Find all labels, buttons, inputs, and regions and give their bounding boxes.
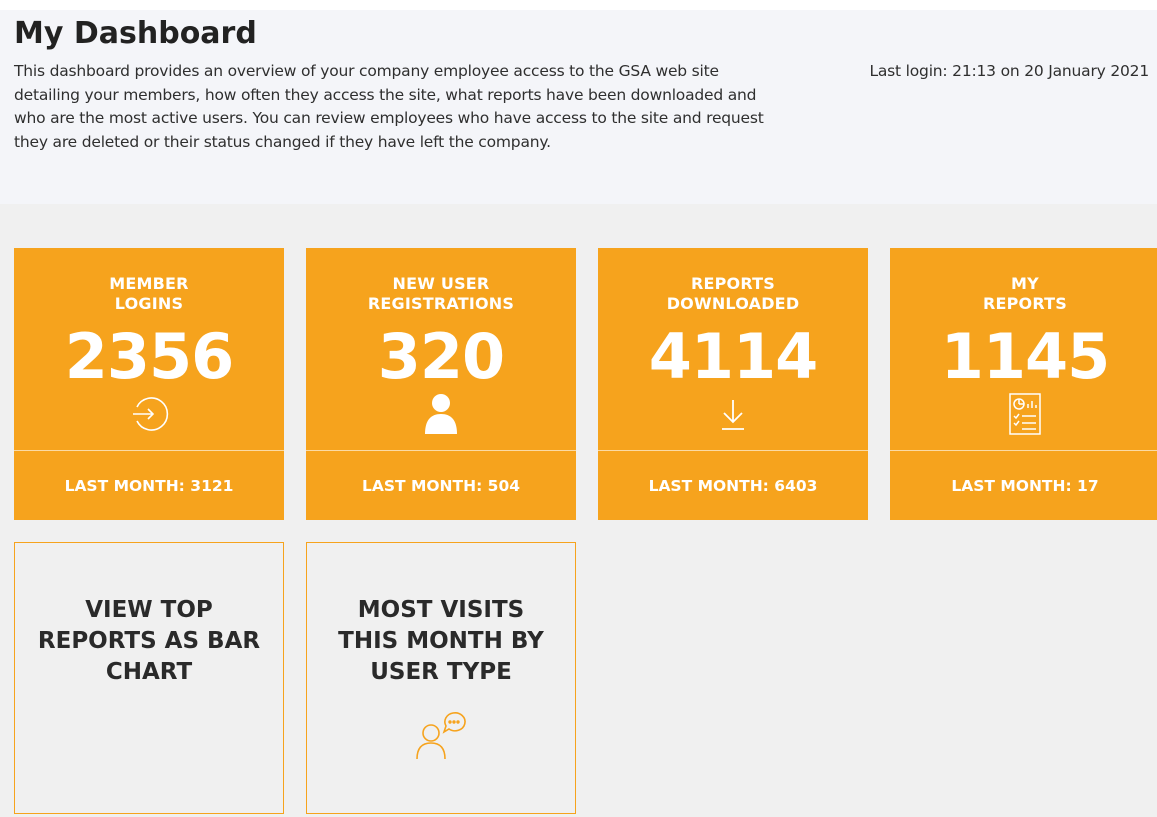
- stat-last-month: LAST MONTH: 17: [951, 477, 1099, 495]
- stat-card-reports-downloaded[interactable]: REPORTS DOWNLOADED 4114 LAST MONTH: 6403: [598, 248, 868, 520]
- stat-value: 2356: [64, 320, 235, 393]
- last-login-text: Last login: 21:13 on 20 January 2021: [869, 62, 1149, 80]
- view-top-reports-bar-chart-card[interactable]: VIEW TOP REPORTS AS BAR CHART: [14, 542, 284, 814]
- stat-value: 4114: [648, 320, 819, 393]
- dashboard-description: This dashboard provides an overview of y…: [14, 62, 764, 151]
- link-card-label: VIEW TOP REPORTS AS BAR CHART: [37, 597, 261, 685]
- stat-label: REPORTS DOWNLOADED: [666, 274, 800, 313]
- stat-card-new-user-registrations[interactable]: NEW USER REGISTRATIONS 320 LAST MONTH: 5…: [306, 248, 576, 520]
- divider: [306, 450, 576, 451]
- stat-card-my-reports[interactable]: MY REPORTS 1145 LAST MONTH: 17: [890, 248, 1157, 520]
- stat-last-month: LAST MONTH: 504: [361, 477, 521, 495]
- stat-label: MEMBER LOGINS: [109, 274, 189, 313]
- stat-label: MY REPORTS: [982, 274, 1068, 313]
- user-icon: [419, 392, 463, 436]
- login-icon: [127, 392, 171, 436]
- divider: [890, 450, 1157, 451]
- page-title: My Dashboard: [14, 16, 257, 51]
- report-document-icon: [1003, 392, 1047, 436]
- stat-value: 320: [377, 320, 505, 393]
- stat-label: NEW USER REGISTRATIONS: [367, 274, 515, 313]
- dashboard-header: My Dashboard This dashboard provides an …: [0, 10, 1157, 204]
- stat-value: 1145: [940, 320, 1111, 393]
- most-visits-by-user-type-card[interactable]: MOST VISITS THIS MONTH BY USER TYPE: [306, 542, 576, 814]
- link-card-label: MOST VISITS THIS MONTH BY USER TYPE: [338, 597, 544, 685]
- stat-last-month: LAST MONTH: 3121: [64, 477, 234, 495]
- stat-last-month: LAST MONTH: 6403: [648, 477, 818, 495]
- dashboard-content: MEMBER LOGINS 2356 LAST MONTH: 3121 NEW …: [0, 204, 1157, 817]
- download-icon: [711, 392, 755, 436]
- stat-card-member-logins[interactable]: MEMBER LOGINS 2356 LAST MONTH: 3121: [14, 248, 284, 520]
- user-chat-icon: [409, 707, 473, 763]
- divider: [14, 450, 284, 451]
- divider: [598, 450, 868, 451]
